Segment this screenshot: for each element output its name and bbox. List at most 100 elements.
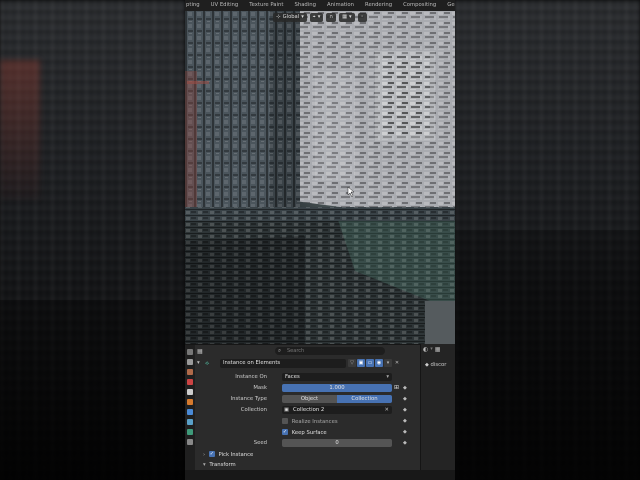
chevron-down-icon: ▾ [386,374,389,380]
greeble-scene [185,11,455,344]
instance-type-collection-option[interactable]: Collection [337,395,392,403]
chevron-down-icon: ▾ [349,14,352,20]
mask-label: Mask [253,385,267,391]
workspace-tab[interactable]: Compositing [398,0,442,11]
outliner-header: ◐ ▾ ▦ [423,346,453,354]
properties-search-row: ▦ ⌕ Search [197,347,417,356]
realize-instances-checkbox[interactable]: Realize Instances [282,418,338,426]
attribute-toggle-icon[interactable]: ⊞ [394,384,399,392]
chevron-right-icon[interactable]: › [203,452,205,458]
mask-value: 1.000 [329,385,345,391]
snap-target-dropdown[interactable]: ▦ ▾ [339,12,355,22]
search-input[interactable]: ⌕ Search [275,347,385,355]
output-tab-icon[interactable] [187,369,193,375]
transform-label: Transform [209,462,236,468]
workspace-tab[interactable]: pting [185,0,205,11]
instance-on-row: Instance On Faces ▾ [197,373,419,382]
filter-icon[interactable]: ▦ [435,346,441,354]
object-icon: ◆ [425,362,429,368]
instance-type-label: Instance Type [230,396,267,402]
keep-surface-row: ✓ Keep Surface ◆ [197,428,419,437]
realize-instances-label: Realize Instances [291,418,338,425]
instance-type-object-option[interactable]: Object [282,395,337,403]
viewport-header: ⊹ Global ▾ ⌖ ▾ ∩ ▦ ▾ ◦ [185,11,455,23]
object-option-label: Object [300,396,319,402]
render-tab-icon[interactable] [187,359,193,365]
3d-viewport[interactable]: ⊹ Global ▾ ⌖ ▾ ∩ ▦ ▾ ◦ [185,11,455,344]
collapse-chevron-icon[interactable]: ▾ [197,360,200,366]
node-group-name-field[interactable]: Instance on Elements [220,359,346,368]
collection-field[interactable]: ▣ Collection 2 ✕ [282,406,392,414]
keep-surface-label: Keep Surface [291,429,327,436]
chevron-down-icon[interactable]: ▾ [430,346,433,354]
instance-on-value: Faces [285,374,300,380]
on-cage-icon[interactable]: ▣ [357,359,365,367]
pick-instance-row: › ✓ Pick Instance [197,450,419,459]
proportional-editing-toggle[interactable]: ◦ [357,12,367,22]
outliner-item-label: discor [430,362,447,368]
keyframe-dot-icon[interactable]: ◆ [403,384,407,392]
proportional-icon: ◦ [360,14,364,20]
tool-tab-icon[interactable] [187,349,193,355]
search-placeholder: Search [287,348,305,354]
keyframe-dot-icon[interactable]: ◆ [403,439,407,447]
chevron-down-icon: ▾ [317,14,321,20]
properties-tabs [185,345,195,471]
seed-row: Seed 0 ◆ [197,439,419,448]
blurred-background-right [455,0,640,480]
collection-option-label: Collection [351,396,378,402]
chevron-down-icon: ▾ [301,14,304,20]
transform-orientation-dropdown[interactable]: ⊹ Global ▾ [273,12,307,22]
editor-type-icon[interactable]: ▦ [197,348,203,355]
instance-on-dropdown[interactable]: Faces ▾ [282,373,392,381]
pivot-point-dropdown[interactable]: ⌖ ▾ [309,12,324,22]
keyframe-dot-icon[interactable]: ◆ [403,428,407,436]
clear-icon[interactable]: ✕ [385,406,389,414]
blender-window: pting UV Editing Texture Paint Shading A… [185,0,455,480]
constraints-tab-icon[interactable] [187,439,193,445]
view-layer-tab-icon[interactable] [187,379,193,385]
outliner-item[interactable]: ◆ discor [425,362,446,368]
pick-instance-label: Pick Instance [218,451,254,458]
search-icon: ⌕ [278,348,282,354]
mask-slider[interactable]: 1.000 [282,384,392,392]
show-viewport-icon[interactable]: ▭ [366,359,374,367]
node-group-name: Instance on Elements [223,360,281,366]
pivot-icon: ⌖ [312,13,316,20]
workspace-tab[interactable]: Geometry Nodes [442,0,455,11]
scene-tab-icon[interactable] [187,389,193,395]
keyframe-dot-icon[interactable]: ◆ [403,406,407,414]
display-mode-icon[interactable]: ◐ [423,346,428,354]
edit-mode-icon[interactable]: ▽ [348,359,356,367]
physics-tab-icon[interactable] [187,429,193,435]
chevron-down-icon[interactable]: ▾ [384,359,392,367]
keyframe-dot-icon[interactable]: ◆ [403,395,407,403]
workspace-tab[interactable]: UV Editing [205,0,244,11]
instance-type-segmented: Object Collection [282,395,392,403]
geometry-nodes-icon: ⟡ [205,359,210,367]
keyframe-dot-icon[interactable]: ◆ [403,417,407,425]
transform-panel-header[interactable]: ▾ Transform [203,461,236,469]
keep-surface-checkbox[interactable]: ✓ Keep Surface [282,429,327,437]
workspace-tab[interactable]: Rendering [360,0,398,11]
workspace-tab[interactable]: Animation [322,0,360,11]
realize-instances-row: Realize Instances ◆ [197,417,419,426]
transform-row[interactable]: ▾ Transform [197,461,419,470]
pick-instance-checkbox[interactable]: › ✓ Pick Instance [203,451,253,459]
modifier-header: ▾ ⟡ Instance on Elements ▽ ▣ ▭ ◉ ▾ ✕ [197,359,419,369]
collection-icon: ▣ [284,407,290,413]
seed-field[interactable]: 0 [282,439,392,447]
close-icon[interactable]: ✕ [393,359,401,367]
workspace-tab[interactable]: Texture Paint [244,0,289,11]
properties-panel: ▦ ⌕ Search ▾ ⟡ Instance on Elements ▽ ▣ … [185,344,420,471]
object-tab-icon[interactable] [187,399,193,405]
particles-tab-icon[interactable] [187,419,193,425]
instance-type-row: Instance Type Object Collection ◆ [197,395,419,404]
show-render-icon[interactable]: ◉ [375,359,383,367]
workspace-tabs-bar: pting UV Editing Texture Paint Shading A… [185,0,455,11]
orientation-label: Global [282,14,300,20]
modifier-wrench-icon[interactable] [187,409,193,415]
snapping-toggle[interactable]: ∩ [326,12,337,22]
blurred-background-left [0,0,185,480]
workspace-tab[interactable]: Shading [289,0,322,11]
